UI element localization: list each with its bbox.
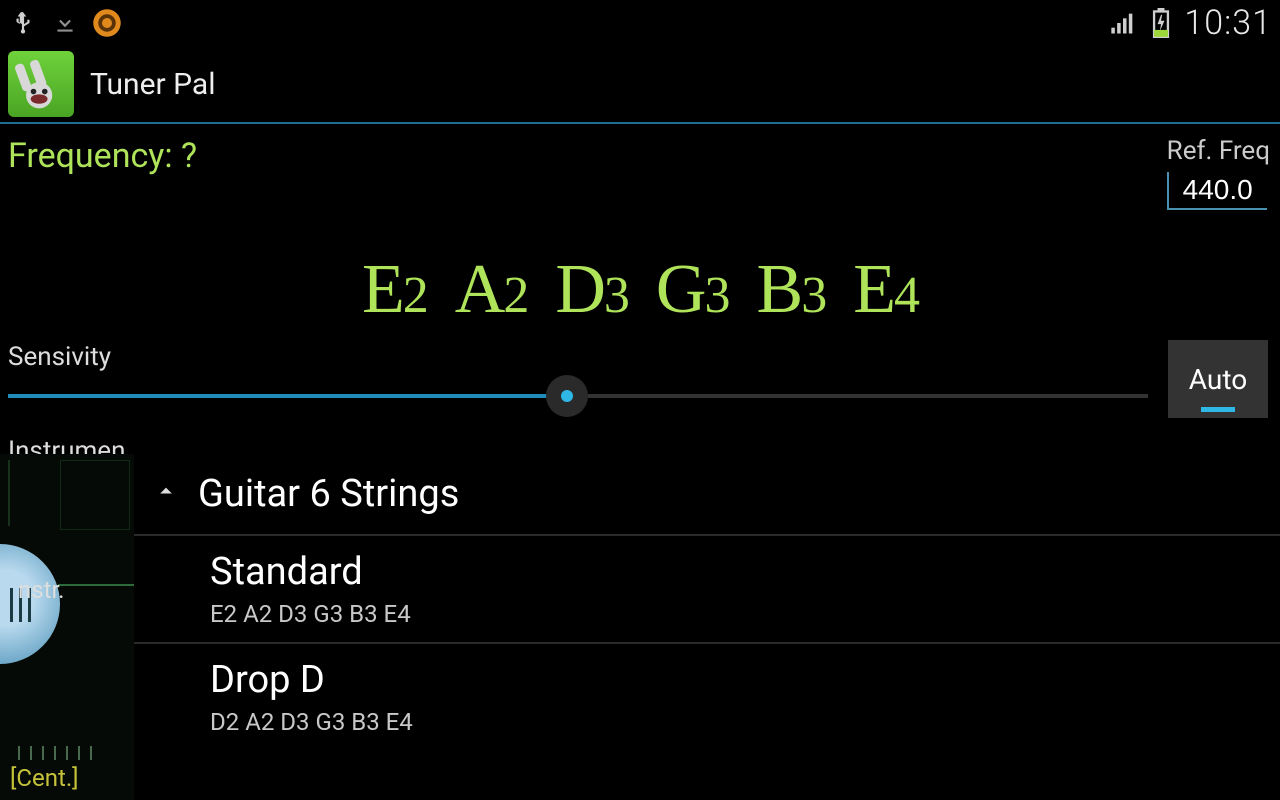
usb-icon [8,8,38,38]
cent-label: [Cent.] [10,764,79,792]
signal-icon [1108,8,1138,38]
sensitivity-slider[interactable] [8,376,1148,416]
battery-charging-icon [1146,8,1176,38]
orange-badge-icon [92,8,122,38]
tuning-option-name: Standard [210,550,1260,594]
note-E4[interactable]: E4 [853,250,918,330]
app-title: Tuner Pal [90,67,216,102]
tuning-option-name: Drop D [210,658,1260,702]
status-bar: 10:31 [0,0,1280,46]
action-bar: Tuner Pal [0,46,1280,124]
dropdown-header[interactable]: Guitar 6 Strings [134,454,1280,536]
auto-button[interactable]: Auto [1168,340,1268,418]
chevron-up-icon [152,476,180,512]
auto-button-label: Auto [1189,363,1247,396]
left-panel: nstr. [Cent.] [0,454,140,800]
status-clock: 10:31 [1184,3,1272,43]
ref-freq-input[interactable] [1167,172,1267,210]
download-icon [50,8,80,38]
tuning-option[interactable]: Drop D D2 A2 D3 G3 B3 E4 [134,644,1280,750]
tuning-option-notes: E2 A2 D3 G3 B3 E4 [210,600,1260,628]
note-G3[interactable]: G3 [656,250,729,330]
tuning-notes: E2 A2 D3 G3 B3 E4 [0,210,1280,340]
slider-thumb[interactable] [546,375,588,417]
tuner-dial[interactable] [0,544,60,664]
sensitivity-label: Sensivity [8,342,1148,372]
ref-freq-label: Ref. Freq [1167,136,1270,166]
tuning-option[interactable]: Standard E2 A2 D3 G3 B3 E4 [134,536,1280,644]
cent-ruler [18,742,118,760]
dropdown-title: Guitar 6 Strings [198,472,459,516]
note-A2[interactable]: A2 [455,250,528,330]
tuning-option-notes: D2 A2 D3 G3 B3 E4 [210,708,1260,736]
app-icon [8,51,74,117]
note-D3[interactable]: D3 [555,250,628,330]
frequency-label: Frequency: ? [8,136,197,176]
instrument-dropdown: Guitar 6 Strings Standard E2 A2 D3 G3 B3 … [134,454,1280,800]
left-nstr-label: nstr. [18,576,65,604]
note-E2[interactable]: E2 [362,250,427,330]
note-B3[interactable]: B3 [756,250,825,330]
